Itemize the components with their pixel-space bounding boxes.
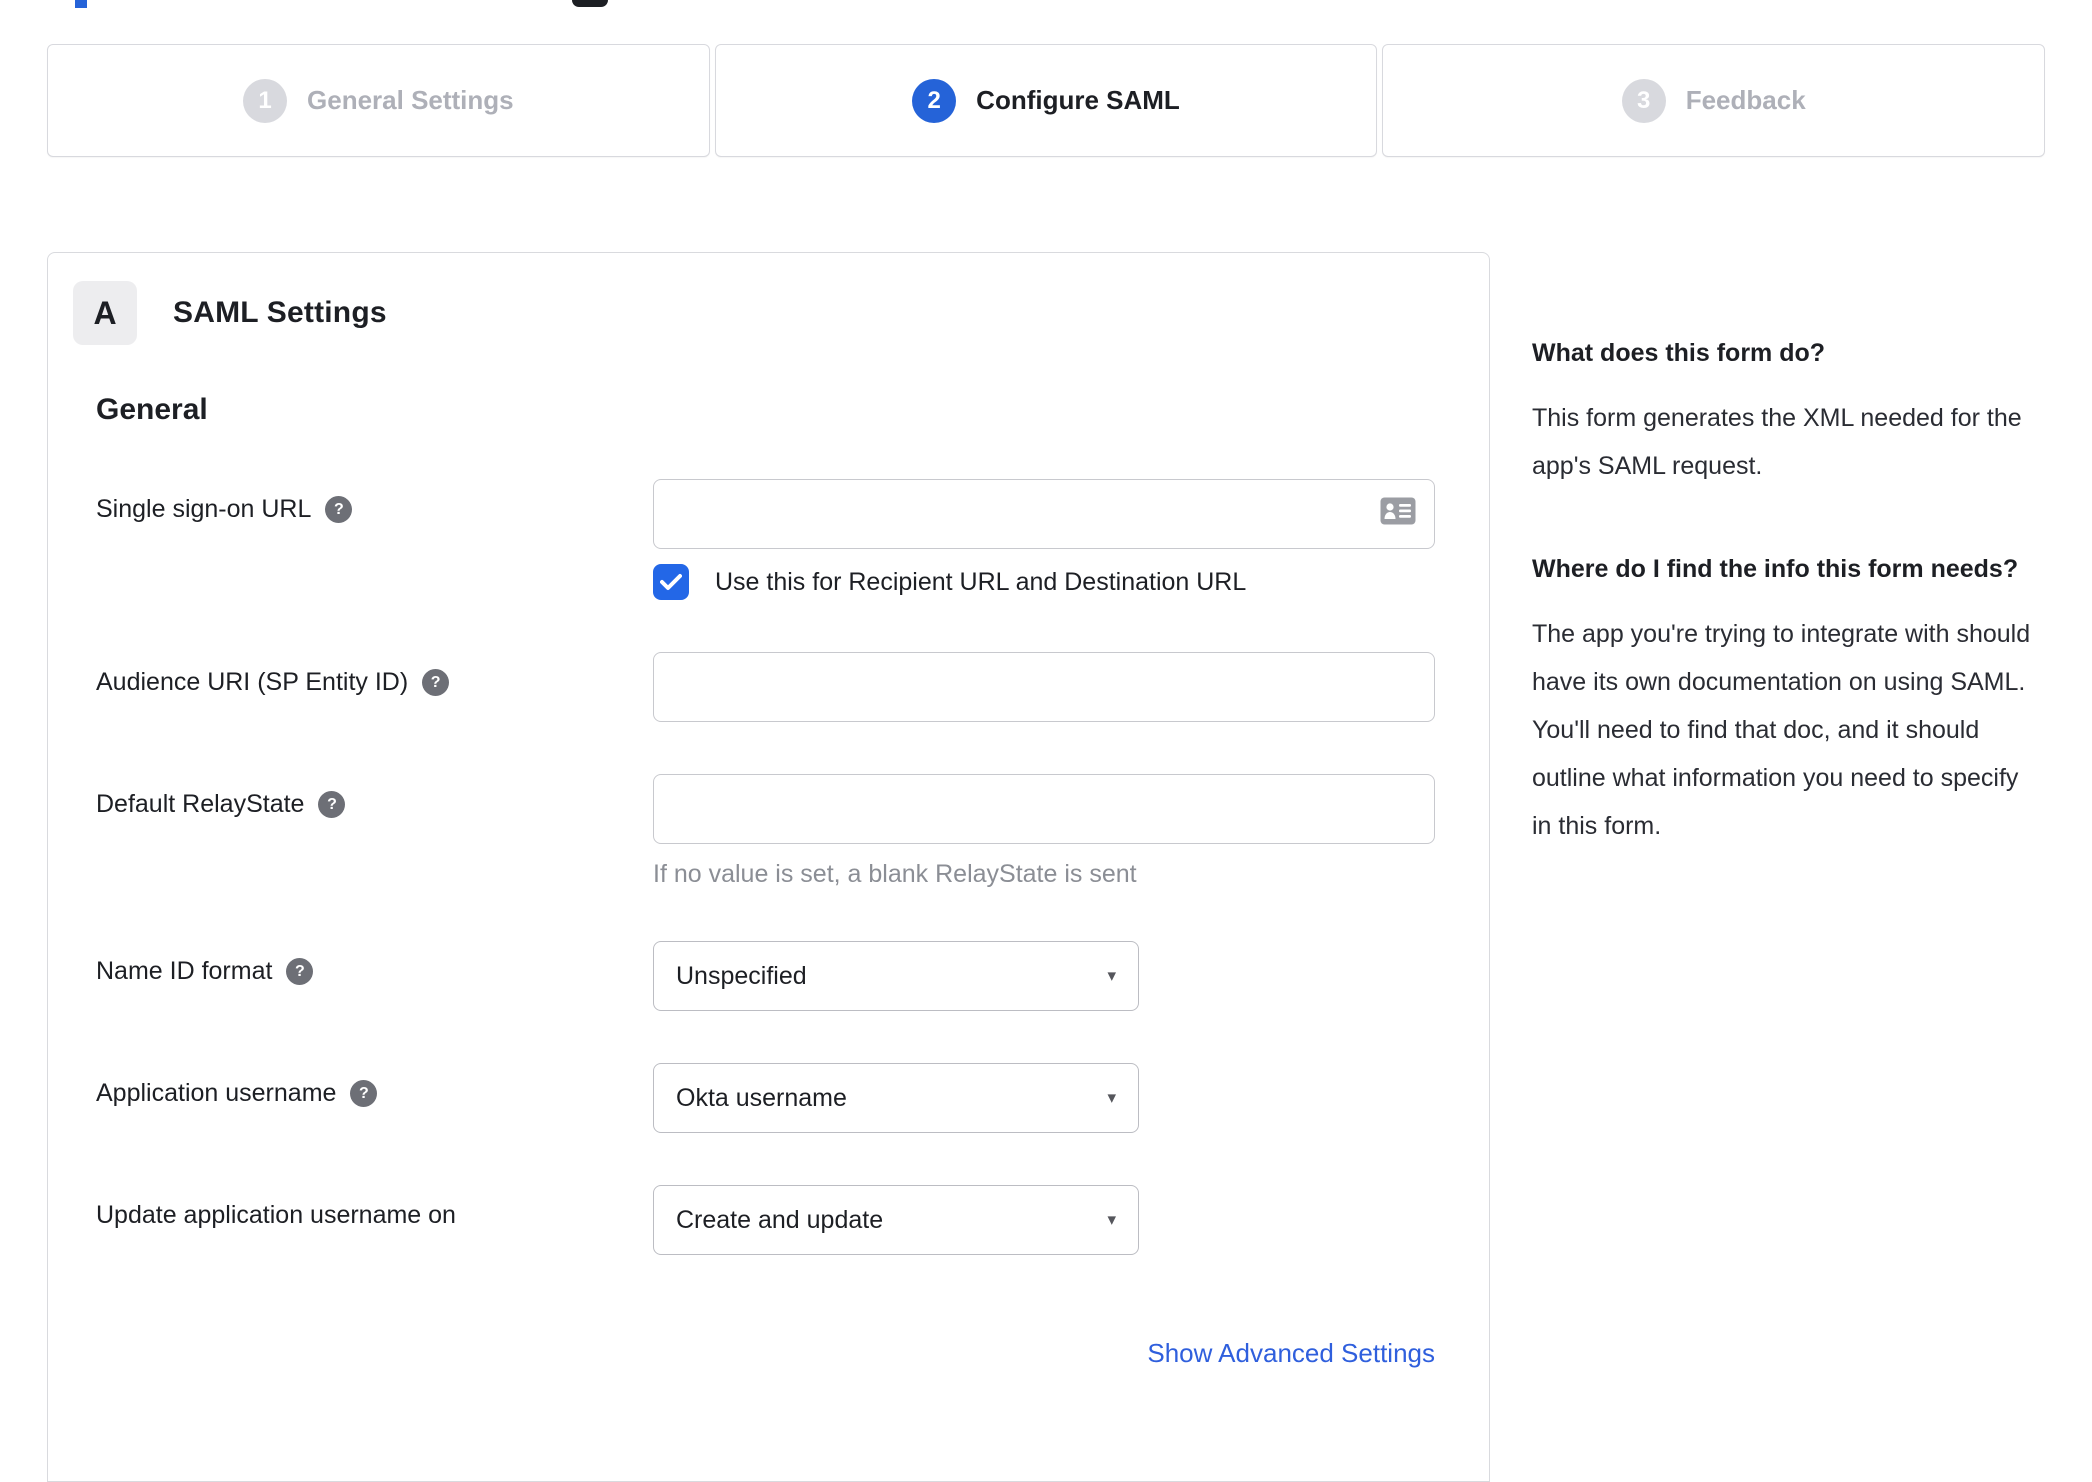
recipient-url-checkbox[interactable] bbox=[653, 564, 689, 600]
help-section-what: What does this form do? This form genera… bbox=[1532, 330, 2037, 490]
advanced-settings-row: Show Advanced Settings bbox=[653, 1338, 1435, 1369]
row-application-username: Application username ? Okta username ▾ bbox=[96, 1063, 1489, 1133]
step-feedback[interactable]: 3 Feedback bbox=[1382, 44, 2046, 157]
clipped-title-accent bbox=[75, 0, 87, 8]
checkbox-label: Use this for Recipient URL and Destinati… bbox=[715, 567, 1247, 596]
help-icon[interactable]: ? bbox=[325, 496, 353, 523]
help-sidebar: What does this form do? This form genera… bbox=[1532, 252, 2037, 906]
help-title: What does this form do? bbox=[1532, 339, 1826, 367]
field-label: Default RelayState bbox=[96, 790, 305, 818]
step-general-settings[interactable]: 1 General Settings bbox=[47, 44, 710, 157]
relaystate-helper-text: If no value is set, a blank RelayState i… bbox=[653, 860, 1137, 888]
step-number-badge: 1 bbox=[243, 78, 288, 123]
row-default-relaystate: Default RelayState ? If no value is set,… bbox=[96, 774, 1489, 889]
single-sign-on-url-input[interactable] bbox=[653, 479, 1435, 549]
step-number-badge: 3 bbox=[1621, 78, 1666, 123]
help-body: The app you're trying to integrate with … bbox=[1532, 620, 2031, 840]
section-header: A SAML Settings bbox=[73, 281, 1489, 345]
select-value: Okta username bbox=[676, 1083, 847, 1112]
row-single-sign-on-url: Single sign-on URL ? Use this for Recipi… bbox=[96, 479, 1489, 600]
clipped-icon-fragment bbox=[572, 0, 608, 7]
saml-form: Single sign-on URL ? Use this for Recipi… bbox=[48, 479, 1489, 1369]
help-icon[interactable]: ? bbox=[318, 791, 346, 818]
help-icon[interactable]: ? bbox=[286, 958, 314, 985]
help-icon[interactable]: ? bbox=[350, 1080, 378, 1107]
field-label: Name ID format bbox=[96, 957, 273, 985]
field-label: Audience URI (SP Entity ID) bbox=[96, 668, 409, 696]
help-icon[interactable]: ? bbox=[422, 669, 450, 696]
step-label: Feedback bbox=[1685, 85, 1806, 115]
section-a-badge: A bbox=[73, 281, 137, 345]
chevron-down-icon: ▾ bbox=[1107, 966, 1116, 985]
step-number-badge: 2 bbox=[912, 78, 957, 123]
field-label: Update application username on bbox=[96, 1201, 456, 1229]
check-icon bbox=[660, 574, 682, 590]
name-id-format-select[interactable]: Unspecified ▾ bbox=[653, 941, 1139, 1011]
chevron-down-icon: ▾ bbox=[1107, 1088, 1116, 1107]
field-label: Single sign-on URL bbox=[96, 495, 312, 523]
card-title: SAML Settings bbox=[173, 296, 387, 329]
audience-uri-input[interactable] bbox=[653, 652, 1435, 722]
step-configure-saml[interactable]: 2 Configure SAML bbox=[714, 44, 1378, 157]
main-content: A SAML Settings General Single sign-on U… bbox=[47, 252, 2037, 1482]
show-advanced-settings-link[interactable]: Show Advanced Settings bbox=[1147, 1338, 1435, 1368]
help-body: This form generates the XML needed for t… bbox=[1532, 404, 2022, 480]
chevron-down-icon: ▾ bbox=[1107, 1210, 1116, 1229]
row-update-application-username: Update application username on Create an… bbox=[96, 1185, 1489, 1255]
select-value: Unspecified bbox=[676, 961, 807, 990]
wizard-stepper: 1 General Settings 2 Configure SAML 3 Fe… bbox=[47, 44, 2046, 157]
row-audience-uri: Audience URI (SP Entity ID) ? bbox=[96, 652, 1489, 722]
address-card-icon bbox=[1379, 496, 1417, 526]
application-username-select[interactable]: Okta username ▾ bbox=[653, 1063, 1139, 1133]
help-title: Where do I find the info this form needs… bbox=[1532, 555, 2019, 583]
step-label: General Settings bbox=[307, 85, 514, 115]
update-username-select[interactable]: Create and update ▾ bbox=[653, 1185, 1139, 1255]
default-relaystate-input[interactable] bbox=[653, 774, 1435, 844]
saml-settings-card: A SAML Settings General Single sign-on U… bbox=[47, 252, 1490, 1482]
step-label: Configure SAML bbox=[976, 85, 1180, 115]
field-label: Application username bbox=[96, 1079, 337, 1107]
general-heading: General bbox=[96, 393, 208, 426]
select-value: Create and update bbox=[676, 1205, 884, 1234]
row-name-id-format: Name ID format ? Unspecified ▾ bbox=[96, 941, 1489, 1011]
help-section-where: Where do I find the info this form needs… bbox=[1532, 546, 2037, 850]
